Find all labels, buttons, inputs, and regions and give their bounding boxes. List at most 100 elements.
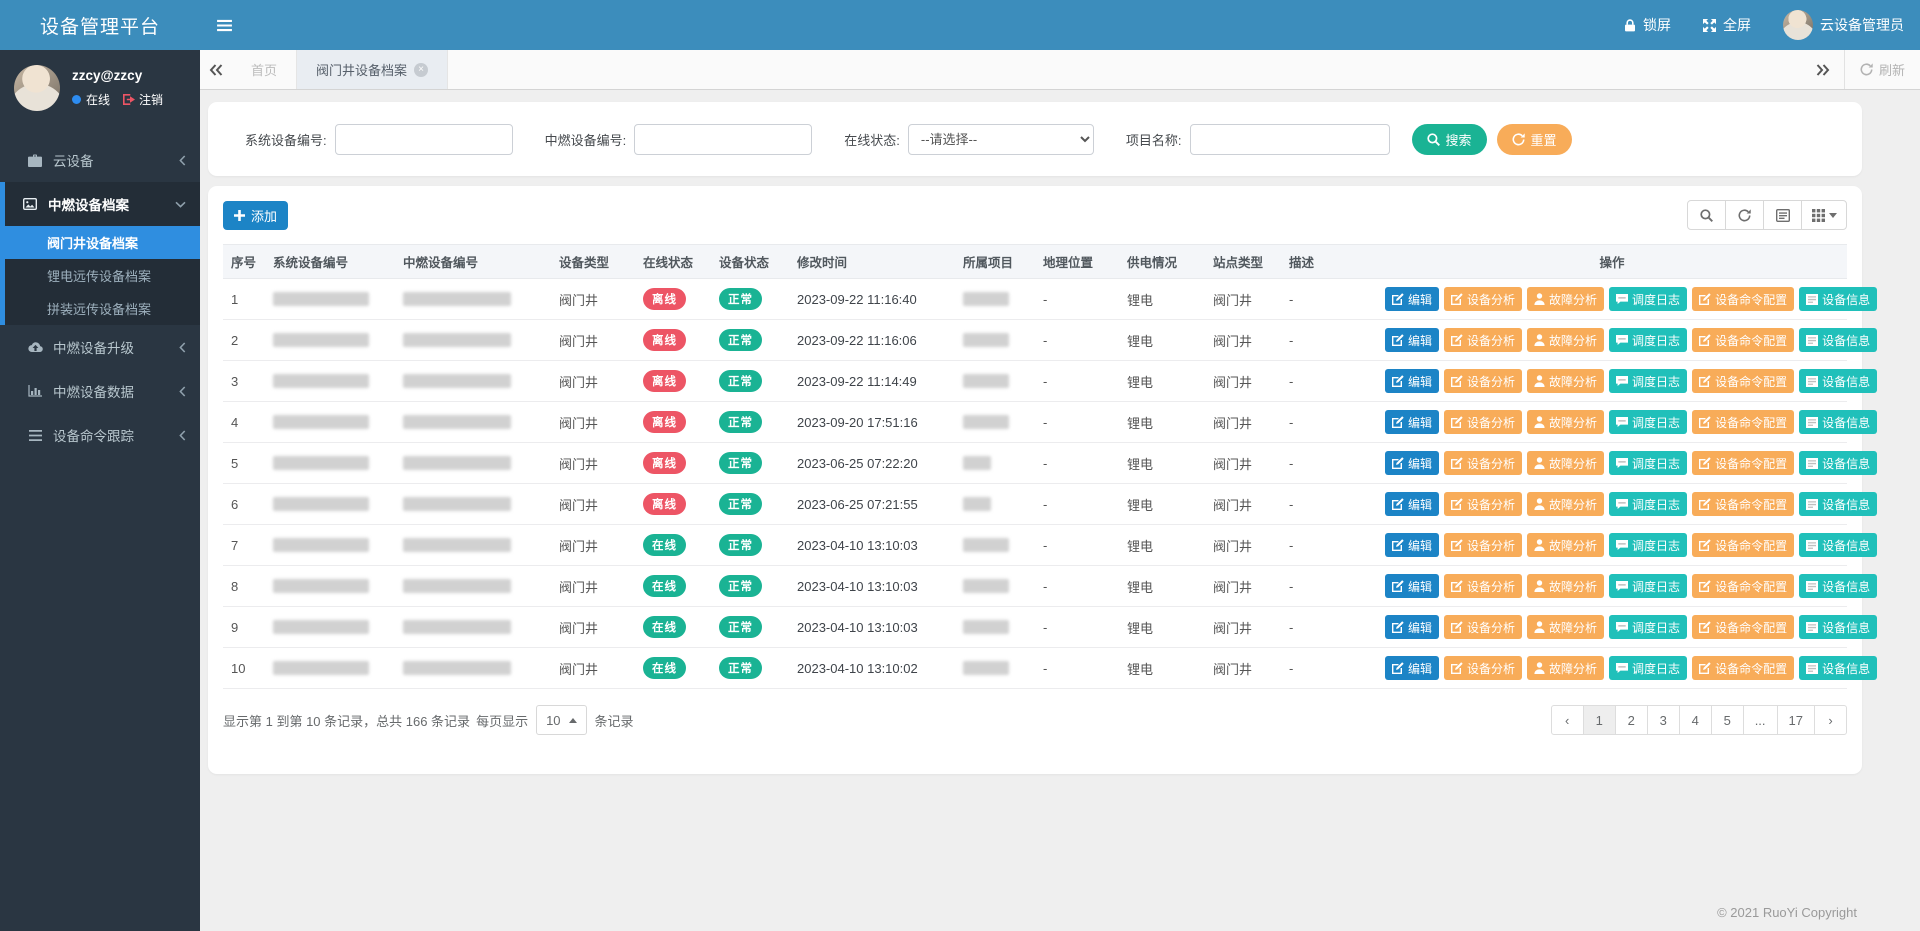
fault-analysis-button[interactable]: 故障分析 [1527,574,1604,598]
fault-analysis-button[interactable]: 故障分析 [1527,615,1604,639]
device-command-config-button[interactable]: 设备命令配置 [1692,492,1794,516]
device-command-config-button[interactable]: 设备命令配置 [1692,656,1794,680]
sidebar-toggle-button[interactable] [200,0,248,50]
add-button[interactable]: 添加 [223,201,288,230]
device-info-button[interactable]: 设备信息 [1799,574,1877,598]
device-analysis-button[interactable]: 设备分析 [1444,451,1522,475]
device-analysis-button[interactable]: 设备分析 [1444,287,1522,311]
device-info-button[interactable]: 设备信息 [1799,369,1877,393]
fault-analysis-button[interactable]: 故障分析 [1527,533,1604,557]
prev-page-button[interactable]: ‹ [1551,705,1584,735]
project-name-input[interactable] [1190,124,1390,155]
dispatch-log-button[interactable]: 调度日志 [1609,574,1687,598]
device-command-config-button[interactable]: 设备命令配置 [1692,533,1794,557]
fault-analysis-button[interactable]: 故障分析 [1527,369,1604,393]
device-info-button[interactable]: 设备信息 [1799,656,1877,680]
edit-button[interactable]: 编辑 [1385,492,1439,516]
tabs-scroll-right-button[interactable] [1802,50,1844,89]
table-detail-view-button[interactable] [1763,200,1802,230]
system-device-no-input[interactable] [335,124,513,155]
edit-button[interactable]: 编辑 [1385,287,1439,311]
sidebar-item-zr-device-upgrade[interactable]: 中燃设备升级 [5,325,200,369]
sidebar-subitem-valve-well-archive[interactable]: 阀门井设备档案 [5,226,200,259]
lock-screen-button[interactable]: 锁屏 [1608,0,1687,50]
search-button[interactable]: 搜索 [1412,124,1487,155]
device-analysis-button[interactable]: 设备分析 [1444,615,1522,639]
device-command-config-button[interactable]: 设备命令配置 [1692,287,1794,311]
tab-valve-well-archive[interactable]: 阀门井设备档案 × [297,50,448,89]
sidebar-item-zr-device-data[interactable]: 中燃设备数据 [5,369,200,413]
tabs-scroll-left-button[interactable] [200,50,232,89]
page-button-4[interactable]: 4 [1679,705,1712,735]
edit-button[interactable]: 编辑 [1385,656,1439,680]
sidebar-item-cloud-devices[interactable]: 云设备 [5,138,200,182]
tab-home[interactable]: 首页 [232,50,297,89]
device-info-button[interactable]: 设备信息 [1799,615,1877,639]
device-command-config-button[interactable]: 设备命令配置 [1692,615,1794,639]
zr-device-no-input[interactable] [634,124,812,155]
edit-button[interactable]: 编辑 [1385,533,1439,557]
sidebar-subitem-lithium-remote-archive[interactable]: 锂电远传设备档案 [5,259,200,292]
table-refresh-button[interactable] [1725,200,1764,230]
refresh-tab-button[interactable]: 刷新 [1844,50,1920,89]
next-page-button[interactable]: › [1814,705,1847,735]
fault-analysis-button[interactable]: 故障分析 [1527,451,1604,475]
device-info-button[interactable]: 设备信息 [1799,328,1877,352]
user-menu[interactable]: 云设备管理员 [1767,0,1920,50]
fault-analysis-button[interactable]: 故障分析 [1527,410,1604,434]
device-analysis-button[interactable]: 设备分析 [1444,492,1522,516]
device-command-config-button[interactable]: 设备命令配置 [1692,410,1794,434]
dispatch-log-button[interactable]: 调度日志 [1609,615,1687,639]
dispatch-log-button[interactable]: 调度日志 [1609,492,1687,516]
reset-button[interactable]: 重置 [1497,124,1572,155]
edit-button[interactable]: 编辑 [1385,369,1439,393]
device-analysis-button[interactable]: 设备分析 [1444,656,1522,680]
page-size-select[interactable]: 10 [536,705,586,735]
dispatch-log-button[interactable]: 调度日志 [1609,328,1687,352]
dispatch-log-button[interactable]: 调度日志 [1609,533,1687,557]
dispatch-log-button[interactable]: 调度日志 [1609,451,1687,475]
page-button-5[interactable]: 5 [1711,705,1744,735]
page-button-17[interactable]: 17 [1777,705,1815,735]
device-info-button[interactable]: 设备信息 [1799,492,1877,516]
table-columns-button[interactable] [1801,200,1847,230]
edit-button[interactable]: 编辑 [1385,328,1439,352]
online-status-select[interactable]: --请选择-- [908,124,1094,155]
tab-close-icon[interactable]: × [414,63,428,77]
device-command-config-button[interactable]: 设备命令配置 [1692,451,1794,475]
device-analysis-button[interactable]: 设备分析 [1444,574,1522,598]
fault-analysis-button[interactable]: 故障分析 [1527,328,1604,352]
device-info-button[interactable]: 设备信息 [1799,410,1877,434]
device-analysis-button[interactable]: 设备分析 [1444,369,1522,393]
sidebar-item-device-command-trace[interactable]: 设备命令跟踪 [5,413,200,457]
page-button-3[interactable]: 3 [1647,705,1680,735]
fullscreen-button[interactable]: 全屏 [1687,0,1767,50]
edit-button[interactable]: 编辑 [1385,410,1439,434]
dispatch-log-button[interactable]: 调度日志 [1609,287,1687,311]
sidebar-item-zr-device-archive[interactable]: 中燃设备档案 [5,182,200,226]
device-command-config-button[interactable]: 设备命令配置 [1692,574,1794,598]
sidebar-subitem-assembled-remote-archive[interactable]: 拼装远传设备档案 [5,292,200,325]
page-button-1[interactable]: 1 [1583,705,1616,735]
page-button-2[interactable]: 2 [1615,705,1648,735]
device-analysis-button[interactable]: 设备分析 [1444,410,1522,434]
device-analysis-button[interactable]: 设备分析 [1444,328,1522,352]
dispatch-log-button[interactable]: 调度日志 [1609,410,1687,434]
fault-analysis-button[interactable]: 故障分析 [1527,287,1604,311]
page-ellipsis[interactable]: ... [1743,705,1778,735]
edit-button[interactable]: 编辑 [1385,451,1439,475]
dispatch-log-button[interactable]: 调度日志 [1609,369,1687,393]
logout-button[interactable]: 注销 [123,91,163,108]
device-info-button[interactable]: 设备信息 [1799,533,1877,557]
device-command-config-button[interactable]: 设备命令配置 [1692,328,1794,352]
edit-button[interactable]: 编辑 [1385,615,1439,639]
dispatch-log-button[interactable]: 调度日志 [1609,656,1687,680]
device-analysis-button[interactable]: 设备分析 [1444,533,1522,557]
table-search-toggle-button[interactable] [1687,200,1726,230]
device-info-button[interactable]: 设备信息 [1799,287,1877,311]
fault-analysis-button[interactable]: 故障分析 [1527,492,1604,516]
device-command-config-button[interactable]: 设备命令配置 [1692,369,1794,393]
device-info-button[interactable]: 设备信息 [1799,451,1877,475]
fault-analysis-button[interactable]: 故障分析 [1527,656,1604,680]
edit-button[interactable]: 编辑 [1385,574,1439,598]
